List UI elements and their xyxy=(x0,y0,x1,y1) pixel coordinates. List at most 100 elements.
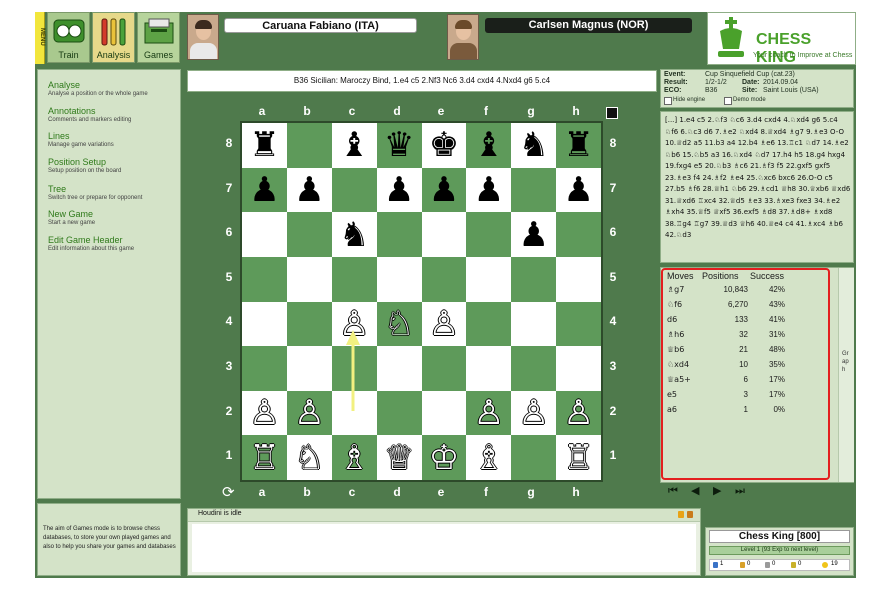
square-e8[interactable]: ♚ xyxy=(421,123,467,168)
menu-button[interactable]: MENU xyxy=(35,12,45,64)
engine-lock-icon[interactable] xyxy=(678,511,684,518)
move-notation[interactable]: [...] 1.e4 c5 2.♘f3 ♘c6 3.d4 cxd4 4.♘xd4… xyxy=(665,115,851,242)
sidebar-item-annotations[interactable]: Annotations Comments and markers editing xyxy=(48,106,131,123)
black-piece-f7[interactable]: ♟ xyxy=(474,173,504,207)
square-a2[interactable]: ♙ xyxy=(242,390,287,436)
table-row[interactable]: ♗h6 32 31% xyxy=(667,330,791,345)
white-piece-d4[interactable]: ♘ xyxy=(384,307,414,341)
white-piece-a1[interactable]: ♖ xyxy=(249,441,279,475)
square-c5[interactable] xyxy=(331,256,377,302)
black-piece-d7[interactable]: ♟ xyxy=(384,173,414,207)
square-b5[interactable] xyxy=(286,256,332,302)
square-a7[interactable]: ♟ xyxy=(242,167,287,213)
square-e6[interactable] xyxy=(421,212,467,257)
square-e2[interactable] xyxy=(421,390,467,436)
sidebar-item-new-game[interactable]: New Game Start a new game xyxy=(48,209,95,226)
square-f7[interactable]: ♟ xyxy=(466,167,512,213)
square-f6[interactable] xyxy=(466,212,512,257)
table-row[interactable]: d6 133 41% xyxy=(667,315,791,330)
square-h1[interactable]: ♖ xyxy=(556,435,601,480)
white-piece-d1[interactable]: ♕ xyxy=(384,441,414,475)
square-g8[interactable]: ♞ xyxy=(511,123,557,168)
table-row[interactable]: ♘xd4 10 35% xyxy=(667,360,791,375)
square-e4[interactable]: ♙ xyxy=(421,301,467,347)
previous-move-button[interactable]: ◀ xyxy=(691,484,699,497)
square-b4[interactable] xyxy=(286,301,332,347)
square-d2[interactable] xyxy=(376,390,422,436)
square-g4[interactable] xyxy=(511,301,557,347)
white-piece-g2[interactable]: ♙ xyxy=(518,396,548,430)
next-move-button[interactable]: ▶ xyxy=(713,484,721,497)
white-piece-f1[interactable]: ♗ xyxy=(474,441,504,475)
square-g3[interactable] xyxy=(511,346,557,391)
table-row[interactable]: ♗g7 10,843 42% xyxy=(667,285,791,300)
white-piece-h1[interactable]: ♖ xyxy=(563,441,593,475)
square-a6[interactable] xyxy=(242,212,287,257)
square-d8[interactable]: ♛ xyxy=(376,123,422,168)
square-e3[interactable] xyxy=(421,346,467,391)
table-row[interactable]: ♕a5+ 6 17% xyxy=(667,375,791,390)
square-e7[interactable]: ♟ xyxy=(421,167,467,213)
square-b7[interactable]: ♟ xyxy=(286,167,332,213)
white-piece-a2[interactable]: ♙ xyxy=(249,396,279,430)
square-a5[interactable] xyxy=(242,256,287,302)
table-row[interactable]: a6 1 0% xyxy=(667,405,791,420)
square-b1[interactable]: ♘ xyxy=(286,435,332,480)
sidebar-item-position-setup[interactable]: Position Setup Setup position on the boa… xyxy=(48,157,121,174)
square-d6[interactable] xyxy=(376,212,422,257)
square-h2[interactable]: ♙ xyxy=(556,390,601,436)
square-f1[interactable]: ♗ xyxy=(466,435,512,480)
square-c3[interactable] xyxy=(331,346,377,391)
engine-settings-icon[interactable] xyxy=(687,511,693,518)
square-e1[interactable]: ♔ xyxy=(421,435,467,480)
chess-board[interactable]: ♜ ♝ ♛ ♚ ♝ ♞ ♜ ♟ ♟ ♟ ♟ ♟ ♟ ♞ ♟ ♙ ♘ ♙ ♙ ♙ ♙ ♙ ♙ ♖ ♘ ♗ ♕ ♔ ♗ ♖ xyxy=(240,121,603,482)
black-piece-g6[interactable]: ♟ xyxy=(518,218,548,252)
white-piece-b1[interactable]: ♘ xyxy=(294,441,324,475)
square-f5[interactable] xyxy=(466,256,512,302)
square-f4[interactable] xyxy=(466,301,512,347)
square-c4[interactable]: ♙ xyxy=(331,301,377,347)
white-piece-c1[interactable]: ♗ xyxy=(339,441,369,475)
black-piece-g8[interactable]: ♞ xyxy=(518,128,548,162)
games-button[interactable]: Games xyxy=(137,12,180,63)
square-g5[interactable] xyxy=(511,256,557,302)
table-row[interactable]: ♕b6 21 48% xyxy=(667,345,791,360)
square-f2[interactable]: ♙ xyxy=(466,390,512,436)
square-g2[interactable]: ♙ xyxy=(511,390,557,436)
black-piece-h8[interactable]: ♜ xyxy=(563,128,593,162)
square-h5[interactable] xyxy=(556,256,601,302)
square-d7[interactable]: ♟ xyxy=(376,167,422,213)
table-row[interactable]: e5 3 17% xyxy=(667,390,791,405)
square-c8[interactable]: ♝ xyxy=(331,123,377,168)
square-e5[interactable] xyxy=(421,256,467,302)
square-b3[interactable] xyxy=(286,346,332,391)
square-h3[interactable] xyxy=(556,346,601,391)
notation-panel[interactable]: [...] 1.e4 c5 2.♘f3 ♘c6 3.d4 cxd4 4.♘xd4… xyxy=(660,111,854,263)
square-b2[interactable]: ♙ xyxy=(286,390,332,436)
black-piece-e7[interactable]: ♟ xyxy=(429,173,459,207)
white-piece-e1[interactable]: ♔ xyxy=(429,441,459,475)
square-c1[interactable]: ♗ xyxy=(331,435,377,480)
table-row[interactable]: ♘f6 6,270 43% xyxy=(667,300,791,315)
white-piece-b2[interactable]: ♙ xyxy=(294,396,324,430)
square-a4[interactable] xyxy=(242,301,287,347)
square-f3[interactable] xyxy=(466,346,512,391)
square-d3[interactable] xyxy=(376,346,422,391)
square-g6[interactable]: ♟ xyxy=(511,212,557,257)
square-d4[interactable]: ♘ xyxy=(376,301,422,347)
black-piece-e8[interactable]: ♚ xyxy=(429,128,459,162)
black-piece-a7[interactable]: ♟ xyxy=(249,173,279,207)
demo-mode-checkbox[interactable] xyxy=(724,97,732,105)
black-piece-c8[interactable]: ♝ xyxy=(339,128,369,162)
square-a8[interactable]: ♜ xyxy=(242,123,287,168)
square-b6[interactable] xyxy=(286,212,332,257)
square-c7[interactable] xyxy=(331,167,377,213)
square-h4[interactable] xyxy=(556,301,601,347)
square-g1[interactable] xyxy=(511,435,557,480)
sidebar-item-tree[interactable]: Tree Switch tree or prepare for opponent xyxy=(48,184,142,201)
last-move-button[interactable]: ⏭ xyxy=(735,484,745,498)
black-piece-f8[interactable]: ♝ xyxy=(474,128,504,162)
sidebar-item-edit-game-header[interactable]: Edit Game Header Edit information about … xyxy=(48,235,134,252)
train-button[interactable]: Train xyxy=(47,12,90,63)
graph-toggle[interactable]: Graph xyxy=(838,268,854,482)
